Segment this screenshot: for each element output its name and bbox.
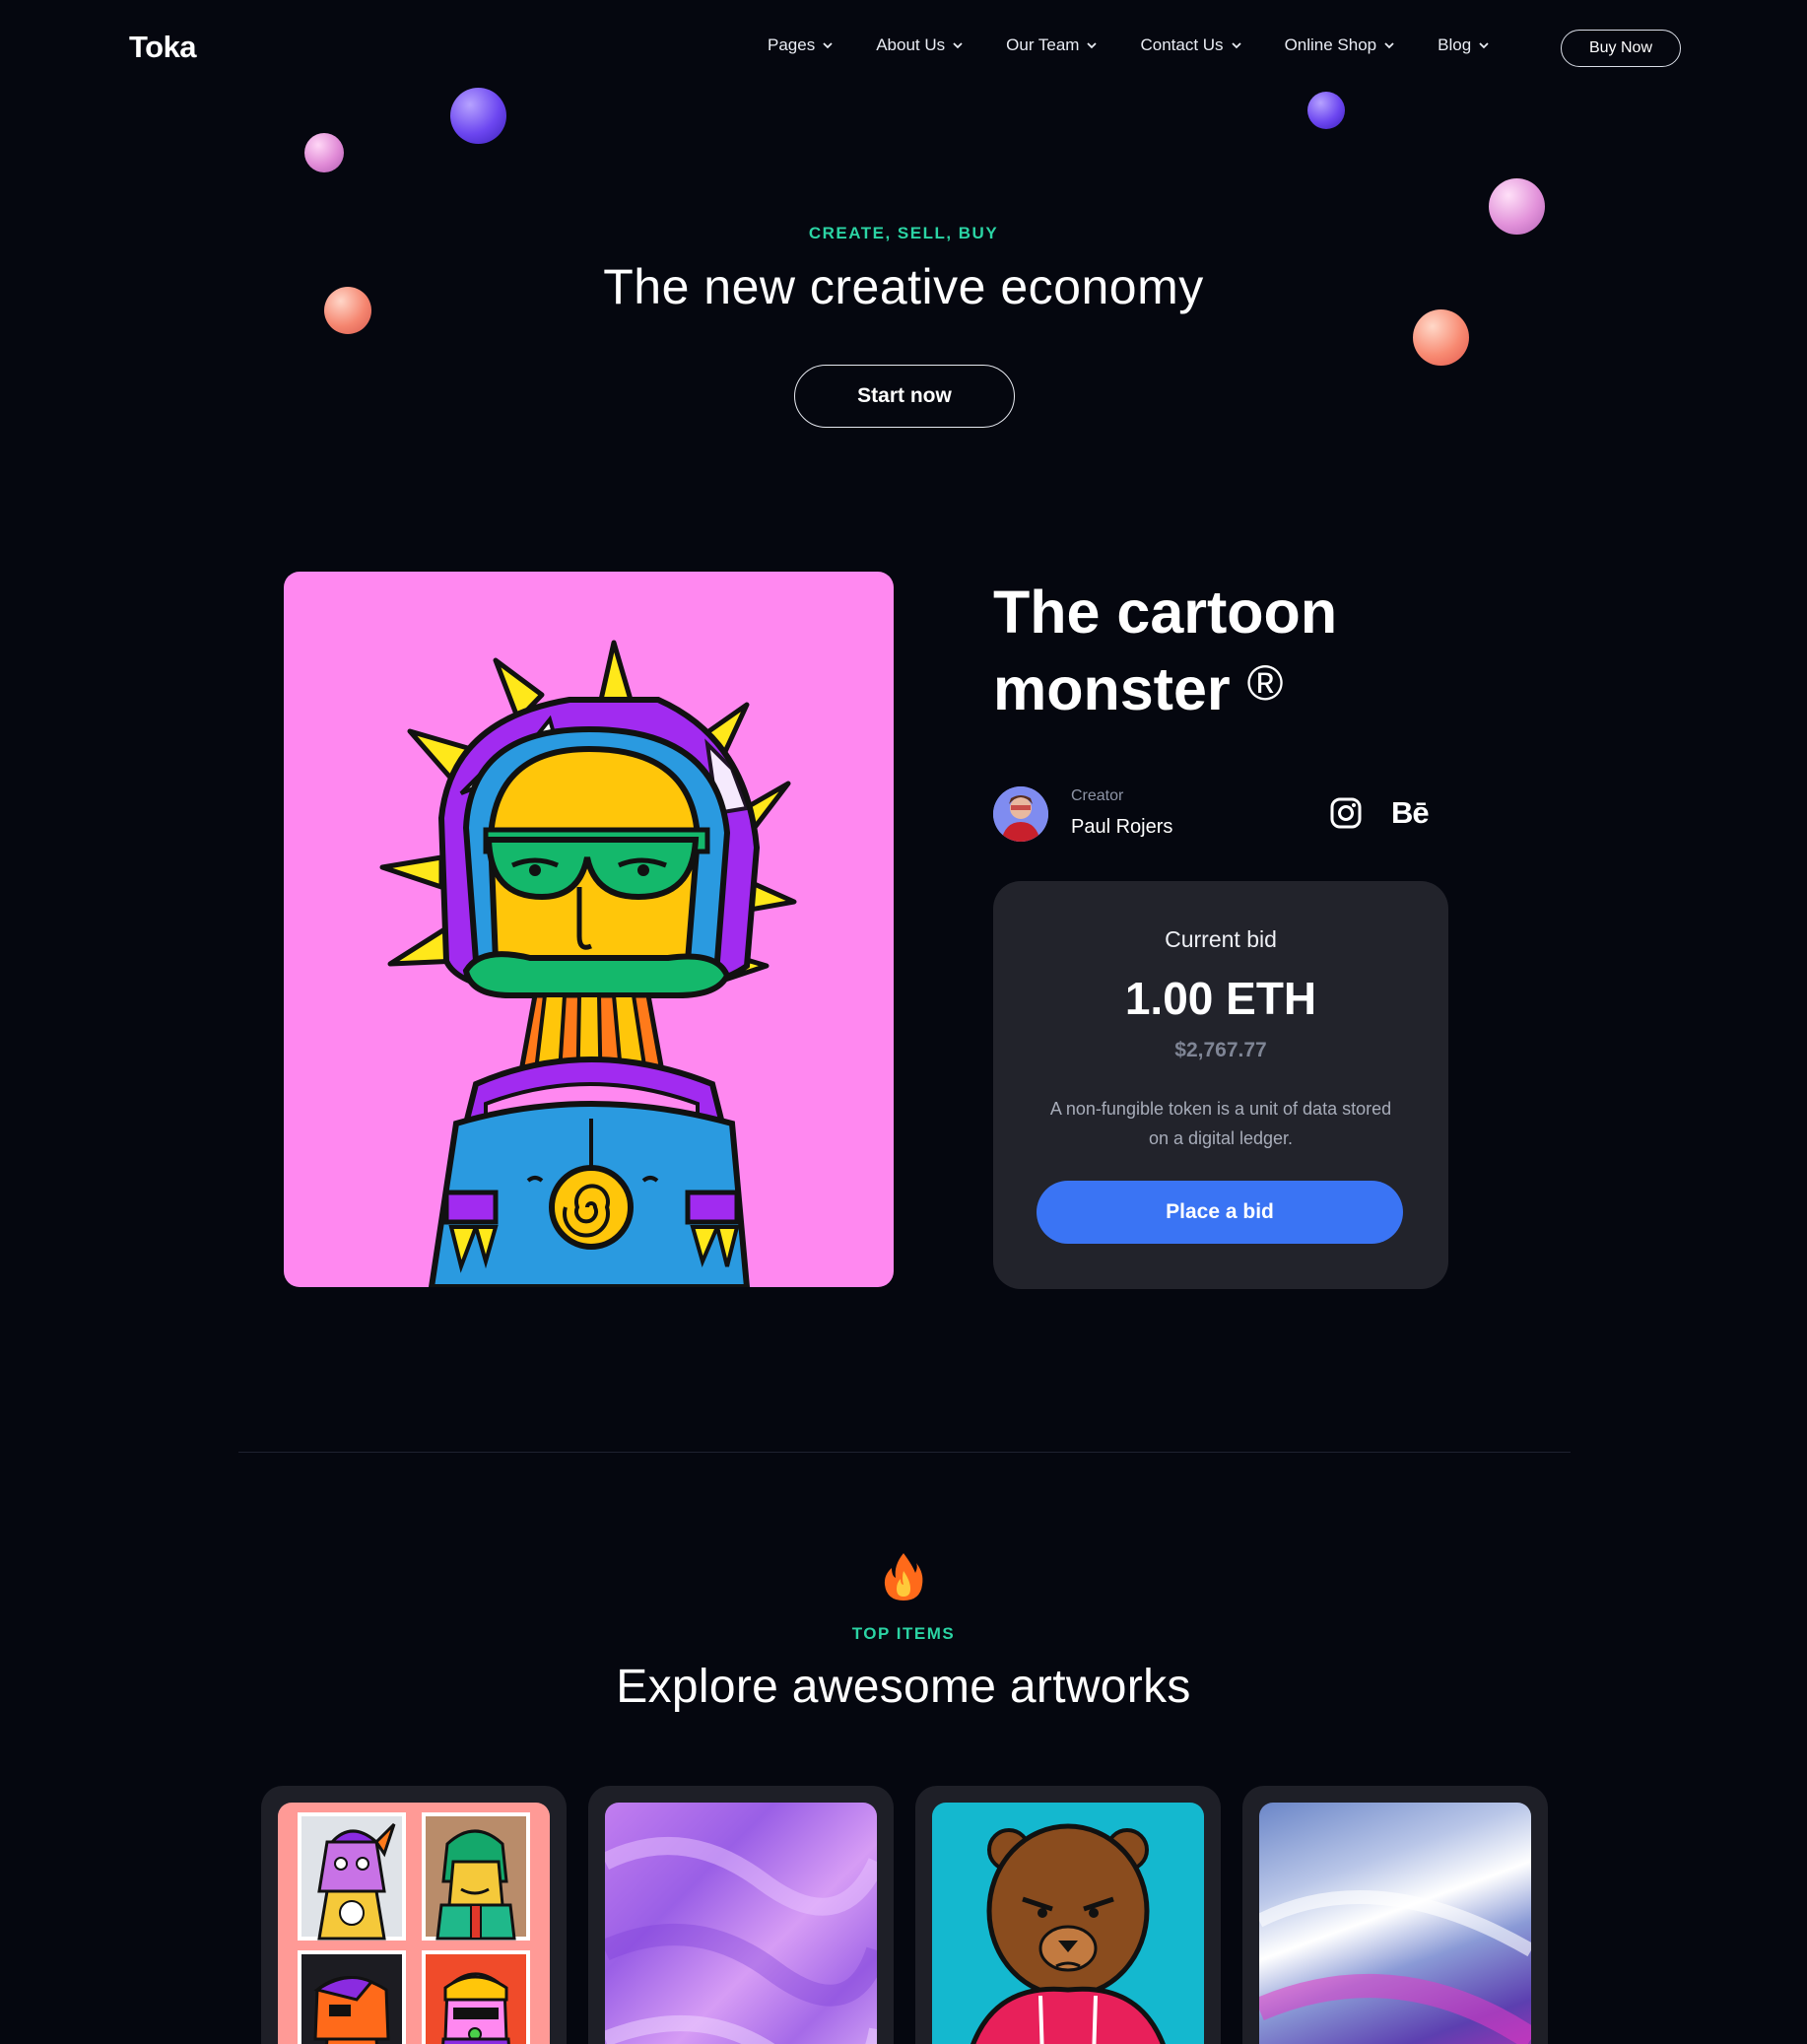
nav-item-pages[interactable]: Pages xyxy=(768,35,833,55)
artwork-image xyxy=(278,1803,550,2044)
main-menu: Pages About Us Our Team Contact Us Onlin… xyxy=(768,35,1532,55)
buy-now-button[interactable]: Buy Now xyxy=(1561,30,1681,67)
artwork-card[interactable] xyxy=(261,1786,567,2044)
cartoon-monster-illustration xyxy=(379,640,797,1287)
artwork-card[interactable] xyxy=(588,1786,894,2044)
hero-title: The new creative economy xyxy=(603,259,1204,314)
featured-title: The cartoon monster ® xyxy=(993,574,1427,727)
hero-tagline: CREATE, SELL, BUY xyxy=(808,224,999,242)
paint-strokes-texture xyxy=(605,1837,877,2044)
creator-label: Creator xyxy=(1071,787,1124,804)
decor-ball-pink-small xyxy=(304,133,344,172)
featured-artwork-image[interactable] xyxy=(284,572,894,1287)
artwork-image xyxy=(932,1803,1204,2044)
bid-description: A non-fungible token is a unit of data s… xyxy=(1049,1099,1392,1148)
nav-item-label: Online Shop xyxy=(1284,35,1377,54)
start-now-button[interactable]: Start now xyxy=(794,365,1015,428)
decor-ball-purple-small xyxy=(1307,92,1345,129)
logo[interactable]: Toka xyxy=(129,30,197,65)
current-bid-label: Current bid xyxy=(1165,926,1277,952)
place-bid-button[interactable]: Place a bid xyxy=(1037,1181,1403,1244)
chevron-down-icon xyxy=(1087,41,1098,48)
chevron-down-icon xyxy=(1384,41,1394,48)
decor-ball-purple xyxy=(450,88,506,144)
artwork-card[interactable] xyxy=(915,1786,1221,2044)
chevron-down-icon xyxy=(953,41,963,48)
featured-title-text: The cartoon monster xyxy=(993,579,1338,722)
instagram-icon[interactable] xyxy=(1329,796,1363,830)
nav-item-our-team[interactable]: Our Team xyxy=(1006,35,1098,55)
fluid-abstract-texture xyxy=(1259,1890,1531,2044)
nav-item-contact-us[interactable]: Contact Us xyxy=(1140,35,1241,55)
avatar[interactable] xyxy=(993,786,1048,842)
current-bid-card: Current bid 1.00 ETH $2,767.77 A non-fun… xyxy=(993,881,1448,1289)
top-items-tagline: TOP ITEMS xyxy=(851,1624,956,1643)
behance-icon[interactable]: Bē xyxy=(1391,796,1430,830)
angry-bear-illustration xyxy=(970,1823,1166,2044)
nav-item-label: Contact Us xyxy=(1140,35,1224,54)
decor-ball-coral xyxy=(1413,309,1469,366)
nav-item-label: Blog xyxy=(1438,35,1472,54)
current-bid-amount: 1.00 ETH xyxy=(1124,973,1317,1024)
creator-avatar-image xyxy=(993,786,1048,842)
nav-item-label: About Us xyxy=(876,35,946,54)
top-items-title: Explore awesome artworks xyxy=(616,1661,1191,1713)
chevron-down-icon xyxy=(1231,41,1241,48)
section-divider xyxy=(238,1452,1571,1453)
current-bid-usd: $2,767.77 xyxy=(1174,1039,1267,1061)
registered-mark: ® xyxy=(1246,655,1284,711)
artwork-image xyxy=(1259,1803,1531,2044)
nav-item-blog[interactable]: Blog xyxy=(1438,35,1489,55)
nav-item-label: Our Team xyxy=(1006,35,1080,54)
fire-icon xyxy=(884,1553,923,1601)
nav-item-label: Pages xyxy=(768,35,816,54)
artwork-image xyxy=(605,1803,877,2044)
creator-name[interactable]: Paul Rojers xyxy=(1071,816,1172,839)
monster-collage-illustration xyxy=(298,1812,530,2044)
chevron-down-icon xyxy=(823,41,833,48)
chevron-down-icon xyxy=(1479,41,1489,48)
nav-item-about-us[interactable]: About Us xyxy=(876,35,963,55)
top-navbar: Toka Pages About Us Our Team Contact Us … xyxy=(0,0,1807,99)
nav-item-online-shop[interactable]: Online Shop xyxy=(1285,35,1395,55)
artwork-card[interactable] xyxy=(1242,1786,1548,2044)
